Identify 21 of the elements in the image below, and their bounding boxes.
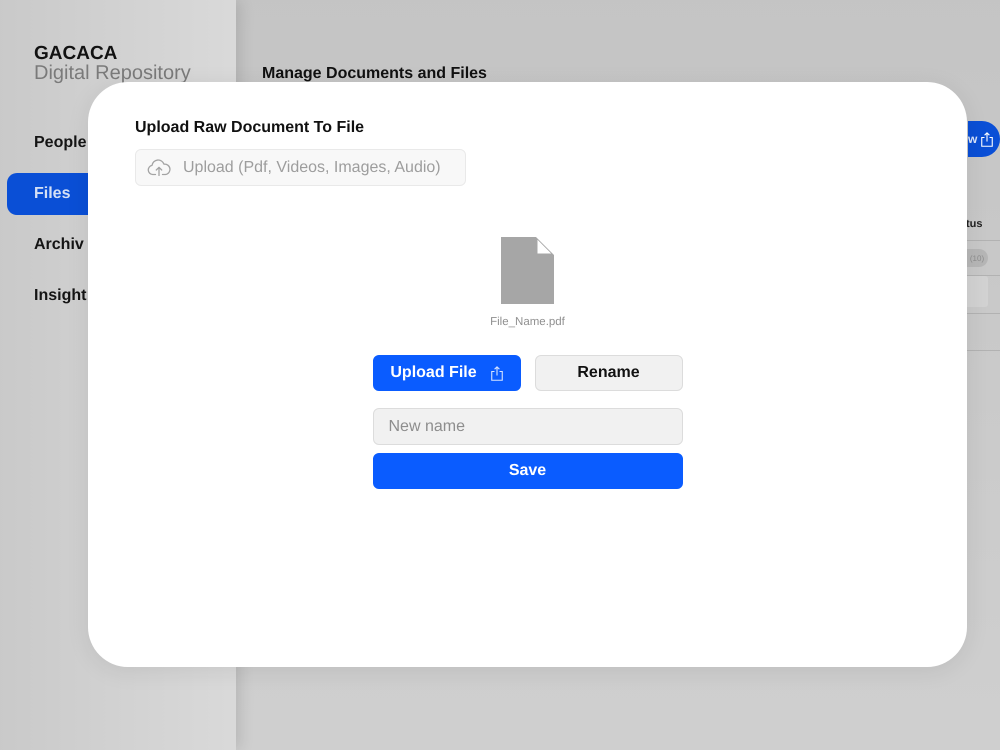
save-button[interactable]: Save <box>372 453 682 489</box>
dialog-title: Upload Raw Document To File <box>135 118 364 137</box>
brand-subtitle: Digital Repository <box>34 64 191 82</box>
action-button[interactable]: w <box>968 121 1000 157</box>
share-icon <box>490 366 503 380</box>
table-cell <box>967 276 988 307</box>
nav-item[interactable]: Insight <box>7 275 88 317</box>
document-icon <box>501 237 554 304</box>
upload-file-button[interactable]: Upload File <box>372 355 520 391</box>
cloud-upload-icon <box>147 159 171 176</box>
column-header: tus <box>966 218 984 230</box>
share-icon <box>981 132 994 146</box>
nav-item[interactable]: Files <box>7 173 88 215</box>
new-name-field[interactable]: New name <box>372 408 682 445</box>
page-title: Manage Documents and Files <box>262 65 487 83</box>
file-name: File_Name.pdf <box>490 315 565 329</box>
nav-item[interactable]: People <box>7 122 88 164</box>
nav-item[interactable]: Archiv <box>7 224 88 266</box>
brand-name: GACACA <box>34 43 118 64</box>
upload-field[interactable]: Upload (Pdf, Videos, Images, Audio) <box>135 149 466 186</box>
rename-button[interactable]: Rename <box>534 355 682 391</box>
